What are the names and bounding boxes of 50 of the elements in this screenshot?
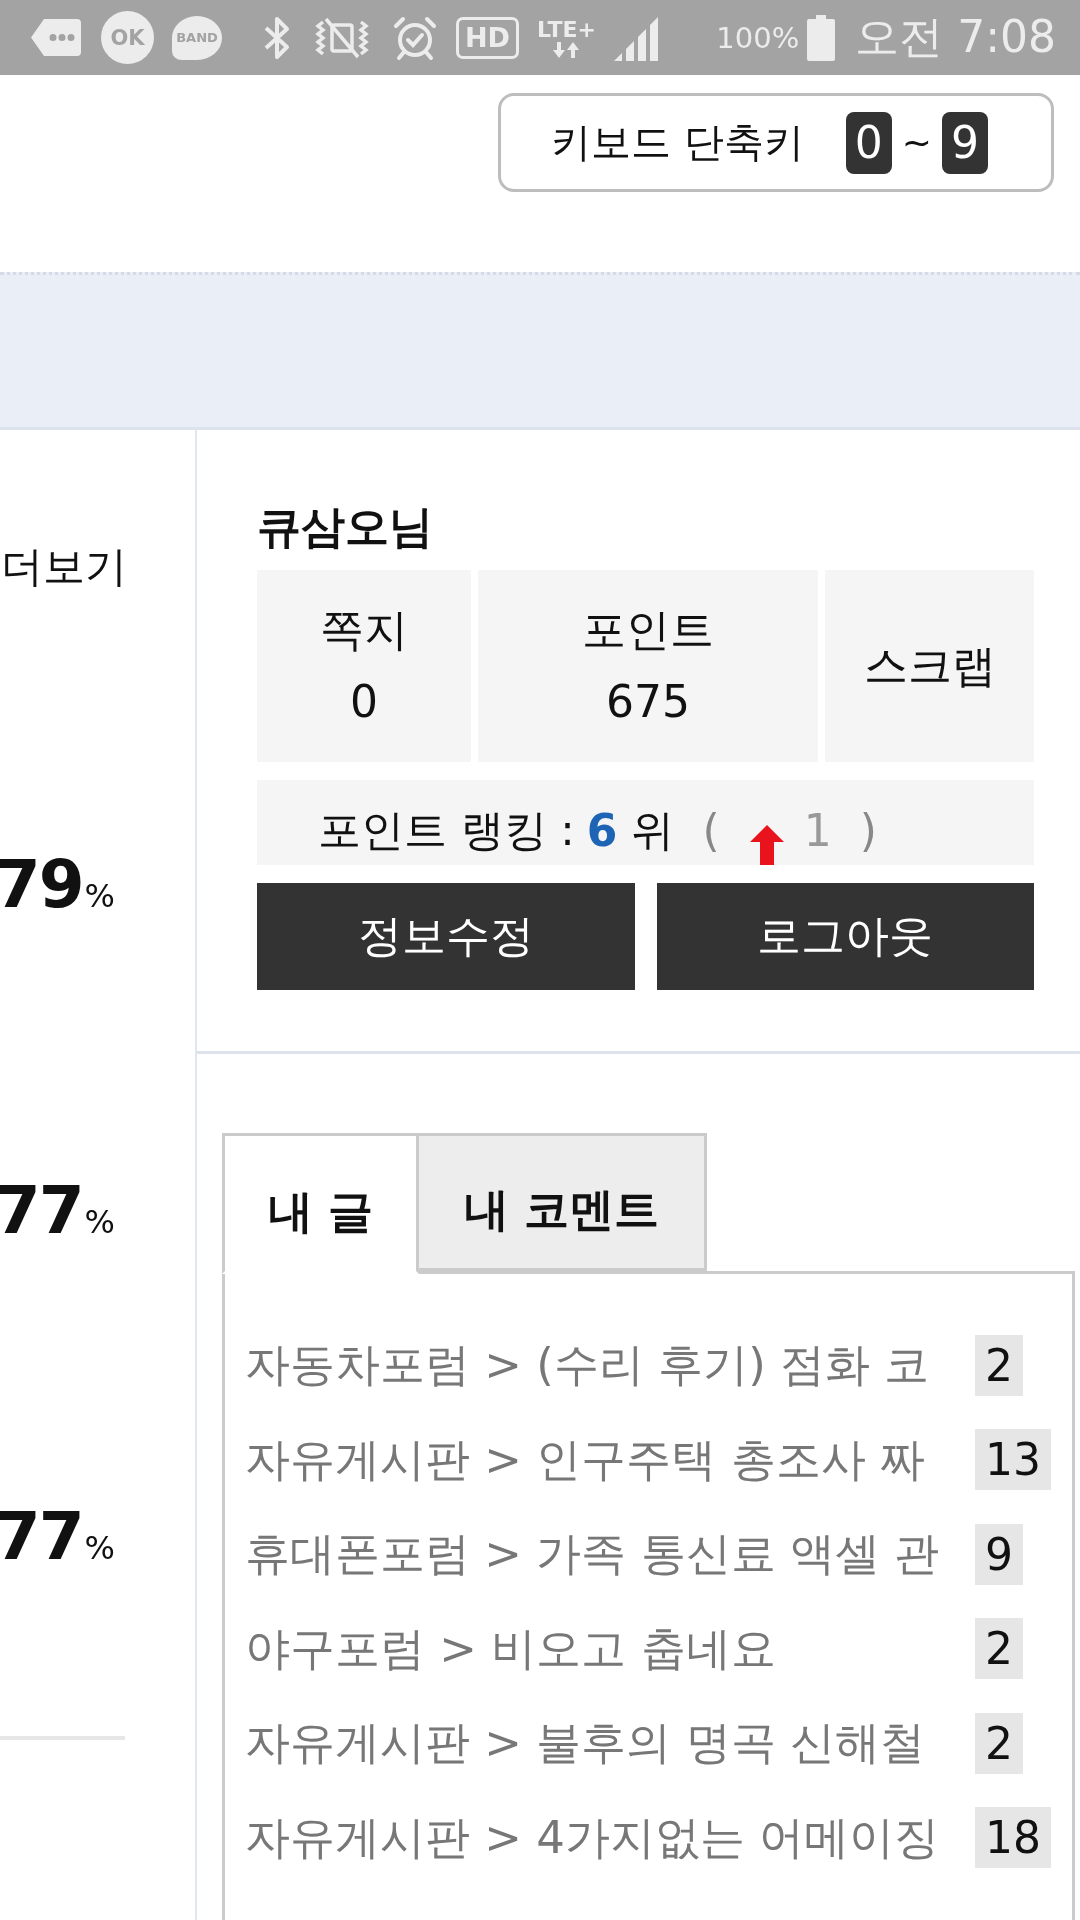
post-title[interactable]: 자유게시판 > 인구주택 총조사 짜	[245, 1429, 953, 1490]
range-separator: ~	[901, 122, 932, 163]
clock-time: 오전 7:08	[855, 10, 1056, 64]
percent-sign: %	[84, 1202, 115, 1243]
stat-label: 포인트	[582, 603, 714, 657]
percent-sign: %	[84, 876, 115, 917]
username: 큐삼오님	[257, 500, 434, 554]
data-arrows-icon	[552, 41, 581, 58]
stat-value: 675	[606, 675, 690, 729]
comment-count: 2	[975, 1712, 1023, 1774]
tab[interactable]: 내 글	[222, 1133, 419, 1274]
key-cap: 9	[941, 111, 988, 174]
battery-icon	[807, 14, 836, 61]
ranking-value: 6	[586, 805, 618, 856]
band-logo: BAND	[172, 15, 222, 60]
alarm-clock-icon	[392, 14, 438, 61]
network-type-label: LTE+	[537, 17, 596, 42]
ok-logo: OK	[101, 11, 154, 64]
ranking-change: 1	[803, 805, 832, 856]
comment-count: 18	[975, 1807, 1051, 1869]
comment-count: 2	[975, 1334, 1023, 1396]
stat-cell[interactable]: 스크랩	[825, 570, 1034, 762]
stat-cell[interactable]: 쪽지 0	[257, 570, 471, 762]
post-title[interactable]: 자동차포럼 > (수리 후기) 점화 코	[245, 1335, 953, 1396]
key-cap: 0	[845, 111, 892, 174]
stat-label: 쪽지	[320, 603, 408, 657]
bluetooth-icon	[262, 15, 292, 60]
shortcut-label: 키보드 단축키	[551, 118, 804, 167]
comment-count: 9	[975, 1523, 1023, 1585]
stat-label: 스크랩	[863, 639, 996, 693]
post-title[interactable]: 야구포럼 > 비오고 춥네요	[245, 1618, 953, 1679]
post-title[interactable]: 휴대폰포럼 > 가족 통신료 액셀 관	[245, 1524, 953, 1585]
post-title[interactable]: 자유게시판 > 불후의 명곡 신해철	[245, 1713, 953, 1774]
logout-button[interactable]: 로그아웃	[656, 883, 1034, 990]
hd-badge: HD	[456, 16, 519, 59]
comment-count: 2	[975, 1618, 1023, 1680]
percent-sign: %	[84, 1528, 115, 1569]
post-title[interactable]: 자유게시판 > 4가지없는 어메이징	[245, 1807, 953, 1868]
open-paren: (	[702, 805, 720, 856]
close-paren: )	[859, 805, 877, 856]
stat-cell[interactable]: 포인트 675	[478, 570, 818, 762]
ranking-unit: 위	[631, 803, 675, 857]
edit-info-button[interactable]: 정보수정	[257, 883, 635, 990]
more-link[interactable]: 더보기	[1, 540, 127, 594]
chat-dots-icon	[31, 19, 81, 56]
tab[interactable]: 내 코멘트	[419, 1133, 707, 1271]
comment-count: 13	[975, 1429, 1051, 1491]
stat-value: 0	[350, 675, 378, 729]
battery-percent: 100%	[716, 20, 800, 55]
ranking-label: 포인트 랭킹 :	[318, 803, 575, 857]
